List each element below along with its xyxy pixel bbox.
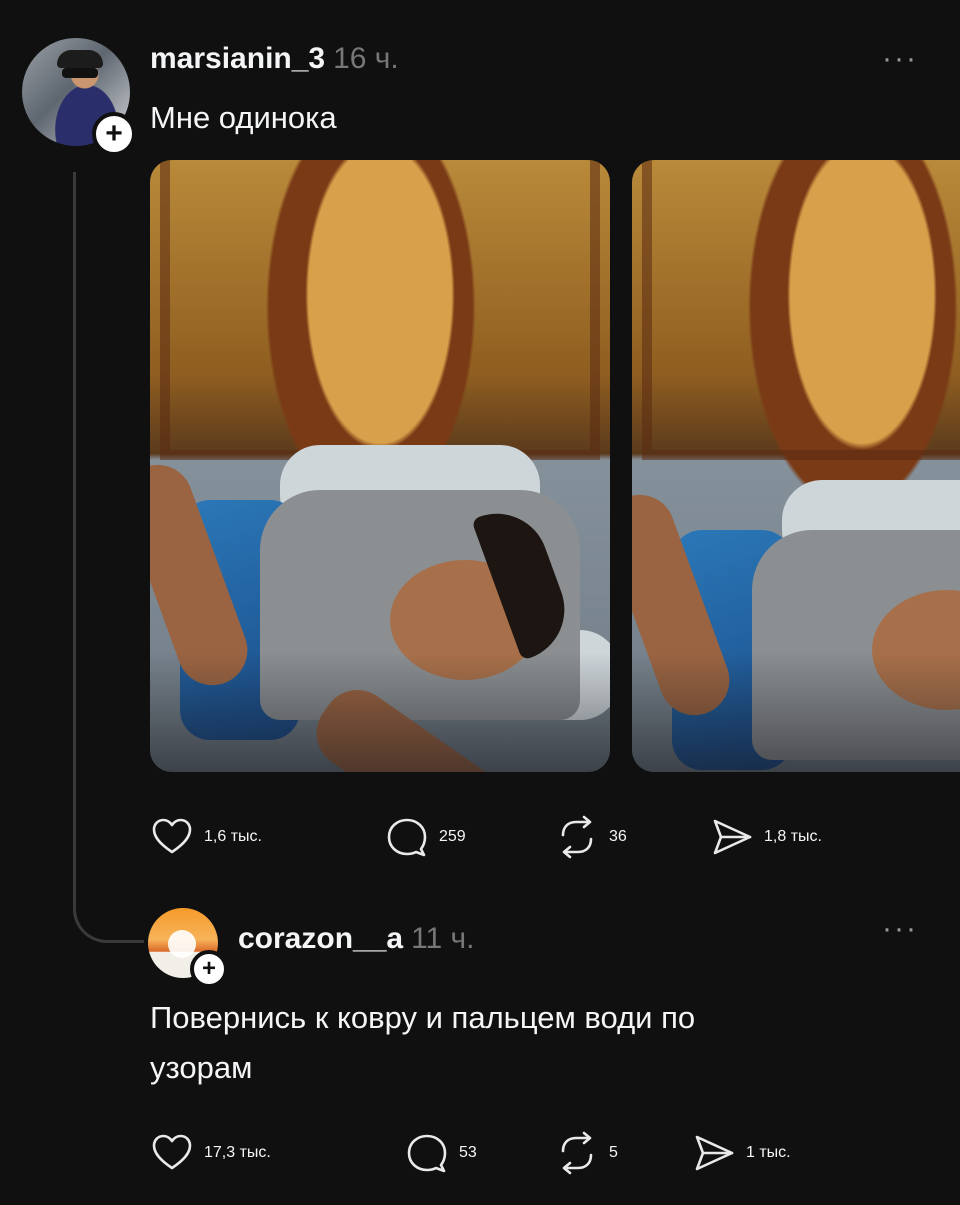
comment-count: 53 bbox=[459, 1144, 477, 1161]
comment-bubble-icon bbox=[407, 1134, 447, 1173]
post-photo-2[interactable] bbox=[632, 160, 960, 772]
avatar-sun-shape bbox=[168, 930, 196, 958]
rug-border-shape bbox=[642, 160, 960, 460]
comment-button[interactable]: 259 bbox=[385, 815, 466, 859]
more-dots-icon: ··· bbox=[882, 912, 918, 945]
comment-button[interactable]: 53 bbox=[405, 1131, 477, 1175]
reply-text: Повернись к ковру и пальцем води по узор… bbox=[150, 993, 930, 1093]
photo-carousel[interactable] bbox=[150, 0, 960, 780]
repost-count: 5 bbox=[609, 1144, 618, 1161]
comment-count: 259 bbox=[439, 828, 466, 845]
share-count: 1 тыс. bbox=[746, 1144, 791, 1161]
avatar-cap-shape bbox=[57, 50, 103, 68]
send-icon bbox=[713, 819, 752, 855]
heart-icon bbox=[152, 1134, 192, 1170]
like-count: 1,6 тыс. bbox=[204, 828, 262, 845]
reply-text-line: Повернись к ковру и пальцем води по bbox=[150, 1000, 696, 1035]
post-actions: 1,6 тыс. 259 36 1,8 тыс. bbox=[150, 812, 940, 862]
repost-icon bbox=[561, 815, 593, 859]
reply-header: corazon__a 11 ч. bbox=[238, 922, 475, 962]
plus-icon: + bbox=[105, 117, 123, 150]
reply-more-button[interactable]: ··· bbox=[882, 914, 918, 944]
like-button[interactable]: 1,6 тыс. bbox=[150, 815, 262, 859]
heart-icon bbox=[152, 818, 192, 854]
reply-username[interactable]: corazon__a bbox=[238, 922, 403, 956]
rug-border-shape bbox=[160, 160, 600, 460]
plus-icon: + bbox=[201, 955, 216, 982]
post-photo-1[interactable] bbox=[150, 160, 610, 772]
photo-shade bbox=[632, 652, 960, 772]
like-button[interactable]: 17,3 тыс. bbox=[150, 1131, 271, 1175]
avatar-sunglasses-shape bbox=[62, 68, 98, 78]
share-button[interactable]: 1,8 тыс. bbox=[710, 815, 822, 859]
reply-actions: 17,3 тыс. 53 5 1 тыс. bbox=[150, 1128, 940, 1178]
like-count: 17,3 тыс. bbox=[204, 1144, 271, 1161]
photo-shade bbox=[150, 652, 610, 772]
reply-timestamp: 11 ч. bbox=[411, 922, 475, 955]
repost-button[interactable]: 36 bbox=[555, 815, 627, 859]
share-button[interactable]: 1 тыс. bbox=[692, 1131, 791, 1175]
thread-connector-line bbox=[73, 172, 76, 890]
share-count: 1,8 тыс. bbox=[764, 828, 822, 845]
repost-button[interactable]: 5 bbox=[555, 1131, 618, 1175]
follow-plus-button[interactable]: + bbox=[92, 112, 136, 156]
repost-icon bbox=[561, 1131, 593, 1175]
reply-text-line: узорам bbox=[150, 1050, 253, 1085]
thread-connector-curve bbox=[73, 870, 144, 943]
comment-bubble-icon bbox=[387, 818, 427, 857]
follow-plus-button[interactable]: + bbox=[190, 950, 228, 988]
send-icon bbox=[695, 1135, 734, 1171]
repost-count: 36 bbox=[609, 828, 627, 845]
